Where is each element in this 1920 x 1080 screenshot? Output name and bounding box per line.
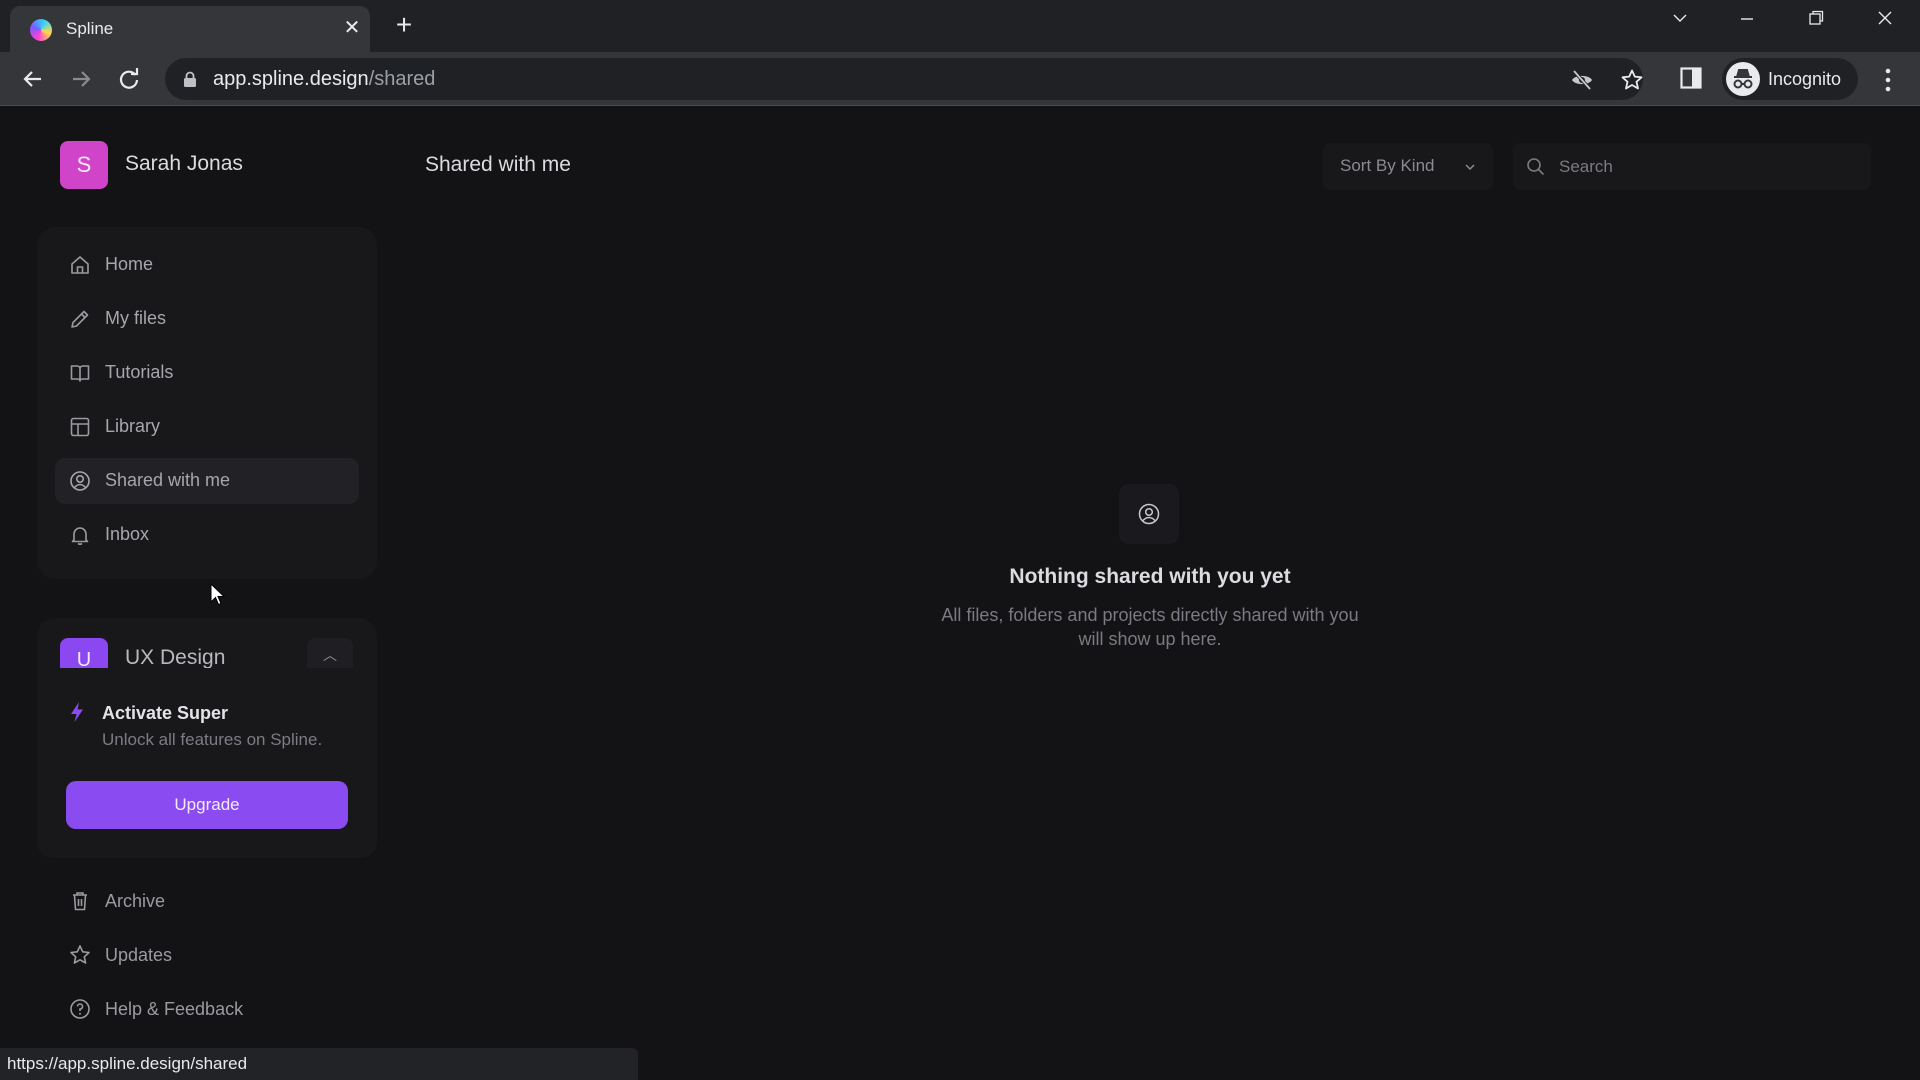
team-avatar[interactable]: U <box>60 638 108 668</box>
sort-selected-value: Sort By Kind <box>1340 156 1435 175</box>
star-icon <box>70 945 90 964</box>
arrow-right-icon <box>73 71 91 87</box>
close-tab-icon[interactable]: ✕ <box>340 16 364 40</box>
empty-state-description-line: will show up here. <box>1078 629 1222 649</box>
sidebar-item-home[interactable]: Home <box>55 242 359 288</box>
sidebar-item-label: Shared with me <box>105 470 231 490</box>
spline-logo-icon <box>30 19 52 41</box>
team-section: U UX Design ︿ Activate Super Unlock all … <box>37 618 377 858</box>
upsell-description: Unlock all features on Spline. <box>102 730 323 749</box>
sidebar-item-label: Inbox <box>105 524 150 544</box>
sidebar-item-shared-with-me[interactable]: Shared with me <box>55 458 359 504</box>
browser-status-bar: https://app.spline.design/shared <box>0 1048 638 1080</box>
home-icon <box>71 256 89 274</box>
eye-off-icon[interactable] <box>1570 68 1594 92</box>
sidebar-item-library[interactable]: Library <box>55 404 359 450</box>
sidebar-item-label: Home <box>105 254 154 274</box>
search-box[interactable] <box>1513 143 1871 190</box>
sidebar-item-archive[interactable]: Archive <box>55 881 359 921</box>
empty-state-description: All files, folders and projects directly… <box>820 603 1480 651</box>
restore-icon[interactable] <box>1796 8 1836 36</box>
close-window-icon[interactable] <box>1865 8 1905 36</box>
chevron-down-icon <box>1465 164 1475 171</box>
reload-icon <box>119 68 139 89</box>
mouse-cursor-icon <box>210 583 226 606</box>
page-title: Shared with me <box>425 153 571 176</box>
browser-tab-bar: Spline ✕ + <box>0 0 1920 52</box>
profile-button[interactable]: Incognito <box>1722 58 1858 100</box>
incognito-label: Incognito <box>1768 69 1842 89</box>
sidebar-item-label: My files <box>105 308 167 328</box>
layout-icon <box>70 417 90 437</box>
reload-button[interactable] <box>114 64 144 94</box>
sidebar-item-tutorials[interactable]: Tutorials <box>55 350 359 396</box>
upsell-title: Activate Super <box>102 703 229 723</box>
user-circle-icon <box>1138 503 1160 525</box>
sort-dropdown[interactable]: Sort By Kind <box>1323 143 1493 190</box>
user-avatar[interactable]: S <box>60 141 108 189</box>
sidebar-item-label: Archive <box>105 891 166 911</box>
sidebar-item-label: Tutorials <box>105 362 174 382</box>
lock-icon[interactable] <box>183 71 197 87</box>
search-input[interactable] <box>1559 143 1859 190</box>
bell-icon <box>71 527 89 546</box>
trash-icon <box>73 892 87 911</box>
user-circle-icon <box>70 471 90 491</box>
new-tab-button[interactable]: + <box>390 11 418 40</box>
lightning-icon <box>71 702 83 722</box>
incognito-icon <box>1726 62 1760 96</box>
sidebar-item-my-files[interactable]: My files <box>55 296 359 342</box>
spline-dashboard: S Sarah Jonas Home My files Tutorials Li… <box>0 107 1920 1080</box>
url-host: app.spline.design <box>213 68 369 90</box>
sidebar-item-updates[interactable]: Updates <box>55 935 359 975</box>
url-path: /shared <box>368 68 436 90</box>
help-circle-icon <box>70 999 90 1019</box>
chevron-up-icon: ︿ <box>323 647 337 663</box>
address-bar[interactable]: app.spline.design/shared <box>165 58 1643 100</box>
user-name[interactable]: Sarah Jonas <box>125 152 243 176</box>
arrow-left-icon <box>23 71 41 87</box>
tab-search-chevron-icon[interactable] <box>1660 8 1700 36</box>
search-icon <box>1527 158 1545 176</box>
team-name[interactable]: UX Design <box>125 640 225 668</box>
pencil-icon <box>71 310 89 328</box>
sidebar-nav: Home My files Tutorials Library Shared w… <box>37 227 377 579</box>
url-text: app.spline.design/shared <box>213 68 435 91</box>
sidebar-item-help-feedback[interactable]: Help & Feedback <box>55 989 359 1029</box>
status-url: https://app.spline.design/shared <box>7 1054 248 1073</box>
upgrade-button[interactable]: Upgrade <box>66 781 348 829</box>
minimize-icon[interactable] <box>1727 8 1767 36</box>
sidebar-item-inbox[interactable]: Inbox <box>55 512 359 558</box>
star-icon[interactable] <box>1620 68 1644 92</box>
tab-title: Spline <box>66 19 114 38</box>
sidebar-item-label: Help & Feedback <box>105 999 244 1019</box>
empty-state-title: Nothing shared with you yet <box>1009 565 1291 588</box>
side-panel-icon[interactable] <box>1680 67 1702 89</box>
empty-state-description-line: All files, folders and projects directly… <box>941 605 1359 625</box>
empty-state-icon-box <box>1119 484 1179 544</box>
team-collapse-button[interactable]: ︿ <box>307 638 353 668</box>
sidebar-item-label: Updates <box>105 945 173 965</box>
book-icon <box>70 365 90 382</box>
upgrade-card: Activate Super Unlock all features on Sp… <box>37 668 377 858</box>
forward-button[interactable] <box>66 64 96 94</box>
kebab-menu-icon[interactable] <box>1878 66 1898 94</box>
browser-tab[interactable]: Spline ✕ <box>10 6 370 52</box>
browser-toolbar: app.spline.design/shared Incognito <box>0 52 1920 106</box>
sidebar-item-label: Library <box>105 416 161 436</box>
back-button[interactable] <box>18 64 48 94</box>
